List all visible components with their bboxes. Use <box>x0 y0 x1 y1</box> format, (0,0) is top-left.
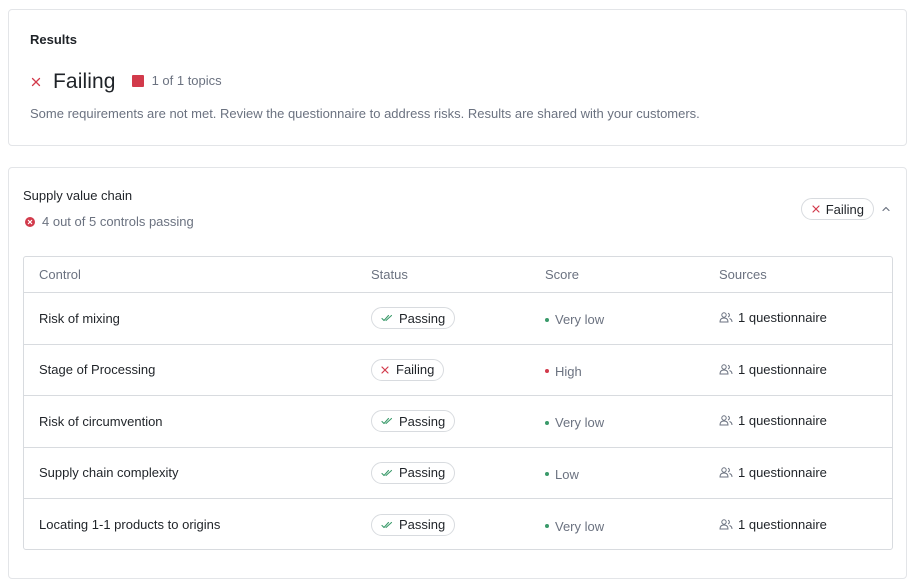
column-header-control: Control <box>39 267 81 282</box>
status-label: Passing <box>399 413 446 429</box>
table-row[interactable]: Risk of mixing Passing Very low 1 questi… <box>24 293 892 345</box>
section-status-badge: Failing <box>800 198 874 220</box>
score-label: Very low <box>555 518 605 534</box>
status-badge: Passing <box>371 410 456 433</box>
controls-table: Control Status Score Sources Risk of mix… <box>23 256 893 550</box>
users-icon <box>719 364 733 375</box>
double-check-icon <box>381 469 393 476</box>
double-check-icon <box>381 521 393 528</box>
results-card: Results Failing 1 of 1 topics Some requi… <box>8 9 907 146</box>
table-row[interactable]: Supply chain complexity Passing Low 1 qu… <box>24 448 892 499</box>
status-badge: Passing <box>371 307 456 330</box>
control-name: Risk of circumvention <box>39 413 163 429</box>
score: Very low <box>545 312 604 327</box>
fail-square-icon <box>131 75 144 87</box>
double-check-icon <box>381 418 393 425</box>
users-icon <box>719 312 733 323</box>
score: High <box>545 364 582 379</box>
source-label: 1 questionnaire <box>738 413 827 429</box>
source-label: 1 questionnaire <box>738 310 827 326</box>
score-dot-icon <box>545 369 549 373</box>
table-row[interactable]: Locating 1-1 products to origins Passing… <box>24 499 892 549</box>
source[interactable]: 1 questionnaire <box>719 517 827 532</box>
chevron-up-icon[interactable] <box>881 204 891 214</box>
status-badge: Passing <box>371 461 456 484</box>
results-description: Some requirements are not met. Review th… <box>30 106 700 121</box>
score-label: Very low <box>555 312 605 327</box>
error-circle-icon <box>25 216 35 227</box>
close-icon <box>812 205 820 213</box>
source[interactable]: 1 questionnaire <box>719 465 827 480</box>
close-icon <box>381 366 389 374</box>
table-row[interactable]: Risk of circumvention Passing Very low 1… <box>24 396 892 448</box>
table-header: Control Status Score Sources <box>24 257 892 293</box>
status-label: Passing <box>399 310 446 326</box>
source[interactable]: 1 questionnaire <box>719 362 827 377</box>
score: Very low <box>545 415 604 430</box>
score-dot-icon <box>545 317 549 322</box>
overall-status-label: Failing <box>53 70 116 93</box>
table-row[interactable]: Stage of Processing Failing High 1 quest… <box>24 345 892 396</box>
score: Low <box>545 467 579 482</box>
score-label: Low <box>555 466 579 482</box>
column-header-status: Status <box>371 267 408 282</box>
close-icon <box>31 77 41 87</box>
status-label: Passing <box>399 465 446 481</box>
score-label: Very low <box>555 415 605 430</box>
score-dot-icon <box>545 420 549 425</box>
section-status-label: Failing <box>825 201 864 217</box>
source-label: 1 questionnaire <box>738 464 827 480</box>
status-badge: Failing <box>371 358 445 381</box>
source-label: 1 questionnaire <box>738 516 827 532</box>
score-dot-icon <box>545 524 549 528</box>
section-card: Supply value chain 4 out of 5 controls p… <box>8 167 907 579</box>
controls-summary: 4 out of 5 controls passing <box>25 214 194 229</box>
source[interactable]: 1 questionnaire <box>719 310 827 325</box>
status-label: Passing <box>399 517 446 533</box>
double-check-icon <box>381 315 393 322</box>
control-name: Risk of mixing <box>39 310 120 326</box>
source[interactable]: 1 questionnaire <box>719 413 827 428</box>
section-title: Supply value chain <box>23 188 133 203</box>
users-icon <box>719 415 733 426</box>
users-icon <box>719 467 733 478</box>
column-header-sources: Sources <box>719 267 767 282</box>
control-name: Supply chain complexity <box>39 465 179 481</box>
status-badge: Passing <box>371 513 456 536</box>
score: Very low <box>545 519 604 534</box>
score-dot-icon <box>545 472 549 476</box>
control-name: Stage of Processing <box>39 362 156 378</box>
topics-count: 1 of 1 topics <box>151 72 222 88</box>
control-name: Locating 1-1 products to origins <box>39 517 221 533</box>
users-icon <box>719 519 733 530</box>
source-label: 1 questionnaire <box>738 361 827 377</box>
results-heading: Results <box>30 32 77 47</box>
overall-status: Failing 1 of 1 topics <box>31 70 222 94</box>
score-label: High <box>555 363 582 379</box>
controls-summary-text: 4 out of 5 controls passing <box>42 214 194 229</box>
column-header-score: Score <box>545 267 579 282</box>
status-label: Failing <box>396 362 435 378</box>
